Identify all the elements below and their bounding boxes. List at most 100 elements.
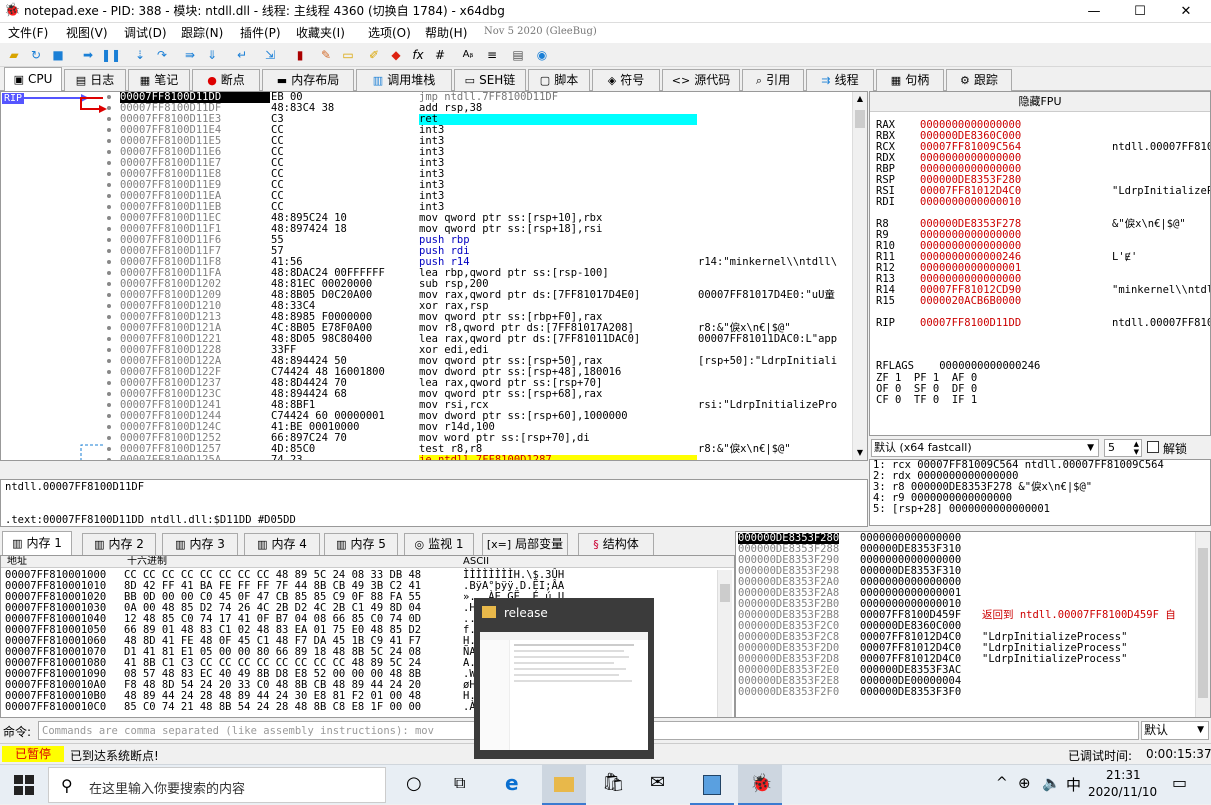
step-over-icon[interactable]: ↷ <box>153 46 171 64</box>
command-mode-select[interactable]: 默认 ▼ <box>1141 721 1209 740</box>
store-icon[interactable]: 🛍 <box>602 772 625 793</box>
tab-log[interactable]: ▤ 日志 <box>64 69 126 91</box>
stack-scrollbar[interactable] <box>1195 532 1210 717</box>
handles-icon: ▦ <box>890 74 902 87</box>
tab-dump-2[interactable]: ▥ 内存 2 <box>82 533 156 555</box>
rflags-row[interactable]: RFLAGS 0000000000000246 <box>876 361 1040 372</box>
pause-icon[interactable]: ❚❚ <box>101 46 121 64</box>
network-icon[interactable]: ⊕ <box>1018 774 1031 792</box>
notification-icon[interactable]: ▭ <box>1172 773 1187 792</box>
disasm-scrollbar[interactable]: ▲ ▼ <box>852 92 867 460</box>
scroll-thumb[interactable] <box>855 110 865 128</box>
register-row-r15[interactable]: R15 0000020ACB6B0000 <box>876 296 1112 307</box>
menu-file[interactable]: 文件(F) <box>8 25 48 41</box>
tab-script[interactable]: ▢ 脚本 <box>528 69 590 91</box>
dump-scroll-thumb[interactable] <box>720 584 730 602</box>
highlight-icon[interactable]: ✐ <box>365 46 383 64</box>
script-icon[interactable]: ▤ <box>509 46 527 64</box>
hide-fpu-button[interactable]: 隐藏FPU <box>870 92 1210 112</box>
scroll-up-icon[interactable]: ▲ <box>855 94 865 104</box>
arg-count-spinner[interactable]: 5 ▲ ▼ <box>1104 439 1142 457</box>
tab-seh[interactable]: ▭ SEH链 <box>454 69 526 91</box>
tab-symbols[interactable]: ◈ 符号 <box>592 69 660 91</box>
comment-icon[interactable]: ✎ <box>317 46 335 64</box>
register-comment: "minkernel\\ntdll\\ <box>1112 284 1210 296</box>
tab-struct[interactable]: § 结构体 <box>578 533 654 555</box>
run-to-user-code-icon[interactable]: ⇲ <box>261 46 279 64</box>
register-row-rip[interactable]: RIP 00007FF8100D11DD ntdll.00007FF8100D1 <box>876 318 1210 329</box>
taskbar-thumbnail-popup[interactable]: release <box>474 598 654 759</box>
stop-icon[interactable]: ■ <box>49 46 67 64</box>
tab-locals[interactable]: [x=] 局部变量 <box>482 533 568 555</box>
disassembly-view[interactable]: RIP 00007FF8100D11DD 00007FF8100D11DF 0000… <box>0 91 868 461</box>
tab-memory-map[interactable]: ▬ 内存布局 <box>262 69 354 91</box>
unlock-checkbox[interactable] <box>1147 441 1159 453</box>
maximize-button[interactable]: ☐ <box>1117 0 1163 23</box>
tab-references[interactable]: ⌕ 引用 <box>742 69 804 91</box>
stack-scroll-thumb[interactable] <box>1198 548 1208 698</box>
file-explorer-taskbar-button[interactable] <box>542 765 586 805</box>
seh-icon: ▭ <box>464 74 476 87</box>
trace-over-icon[interactable]: ⇓ <box>203 46 221 64</box>
windows-start-icon[interactable] <box>14 775 34 795</box>
function-icon[interactable]: fx <box>409 46 427 64</box>
label-icon[interactable]: ▭ <box>339 46 357 64</box>
tab-dump-5[interactable]: ▥ 内存 5 <box>324 533 398 555</box>
scroll-down-icon[interactable]: ▼ <box>855 448 865 458</box>
calling-convention-select[interactable]: 默认 (x64 fastcall) ▼ <box>871 439 1099 457</box>
minimize-button[interactable]: — <box>1071 0 1117 23</box>
menu-plugins[interactable]: 插件(P) <box>240 25 281 41</box>
flags-row-3[interactable]: CF 0 TF 0 IF 1 <box>876 395 977 406</box>
clock-date[interactable]: 2020/11/10 <box>1088 785 1157 799</box>
breakpoint-icon[interactable]: ◆ <box>387 46 405 64</box>
tab-call-stack[interactable]: ▥ 调用堆栈 <box>356 69 452 91</box>
menu-view[interactable]: 视图(V) <box>66 25 108 41</box>
hash-icon[interactable]: # <box>431 46 449 64</box>
menu-help[interactable]: 帮助(H) <box>425 25 467 41</box>
ime-indicator[interactable]: 中 <box>1066 774 1081 795</box>
tab-threads[interactable]: ⇉ 线程 <box>806 69 874 91</box>
tab-handles[interactable]: ▦ 句柄 <box>876 69 944 91</box>
cortana-icon[interactable]: ○ <box>406 773 422 794</box>
tab-breakpoints[interactable]: ● 断点 <box>192 69 260 91</box>
restart-icon[interactable]: ↻ <box>27 46 45 64</box>
volume-icon[interactable]: 🔈 <box>1042 774 1061 792</box>
task-view-icon[interactable]: ⧉ <box>454 773 465 793</box>
x64dbg-taskbar-button[interactable]: 🐞 <box>738 765 782 805</box>
tab-notes[interactable]: ▦ 笔记 <box>128 69 190 91</box>
tab-source[interactable]: <> 源代码 <box>662 69 740 91</box>
stack-view[interactable]: 000000DE8353F280 000000DE8353F288 000000DE… <box>735 531 1211 718</box>
tab-trace[interactable]: ⚙ 跟踪 <box>946 69 1012 91</box>
align-icon[interactable]: ≡ <box>483 46 501 64</box>
menu-options[interactable]: 选项(O) <box>368 25 411 41</box>
dump-scrollbar[interactable] <box>717 570 732 717</box>
menu-favourites[interactable]: 收藏夹(I) <box>296 25 345 41</box>
notepad-taskbar-button[interactable] <box>690 765 734 805</box>
font-icon[interactable]: Aᵦ <box>459 46 477 64</box>
instruction-marker-dot <box>107 447 111 451</box>
tab-dump-3[interactable]: ▥ 内存 3 <box>162 533 238 555</box>
bookmark-icon[interactable]: ▮ <box>291 46 309 64</box>
tab-watch-1[interactable]: ◎ 监视 1 <box>404 533 474 555</box>
close-button[interactable]: ✕ <box>1163 0 1209 23</box>
run-icon[interactable]: ➡ <box>79 46 97 64</box>
tray-chevron-up-icon[interactable]: ^ <box>996 775 1008 791</box>
menu-trace[interactable]: 跟踪(N) <box>181 25 223 41</box>
mail-icon[interactable]: ✉ <box>650 772 665 793</box>
command-label: 命令: <box>3 725 32 739</box>
clock-time[interactable]: 21:31 <box>1106 768 1141 782</box>
menu-debug[interactable]: 调试(D) <box>124 25 167 41</box>
execute-till-return-icon[interactable]: ↵ <box>233 46 251 64</box>
tab-dump-1[interactable]: ▥ 内存 1 <box>2 531 72 555</box>
instruction-marker-dot <box>107 150 111 154</box>
trace-into-icon[interactable]: ⇛ <box>181 46 199 64</box>
tab-cpu[interactable]: ▣ CPU <box>4 67 62 91</box>
calculator-icon[interactable]: ◉ <box>533 46 551 64</box>
register-row-rdi[interactable]: RDI 0000000000000010 <box>876 197 1112 208</box>
tab-dump-4[interactable]: ▥ 内存 4 <box>244 533 320 555</box>
taskbar-search-box[interactable]: ⚲ 在这里输入你要搜索的内容 <box>48 767 386 803</box>
open-folder-icon[interactable]: ▰ <box>5 46 23 64</box>
view-tabs: ▣ CPU ▤ 日志 ▦ 笔记 ● 断点 ▬ 内存布局 ▥ 调用堆栈 ▭ SEH链 ▢ 脚本 ◈… <box>0 67 1211 91</box>
step-into-icon[interactable]: ⇣ <box>131 46 149 64</box>
edge-icon[interactable]: e <box>505 771 519 795</box>
